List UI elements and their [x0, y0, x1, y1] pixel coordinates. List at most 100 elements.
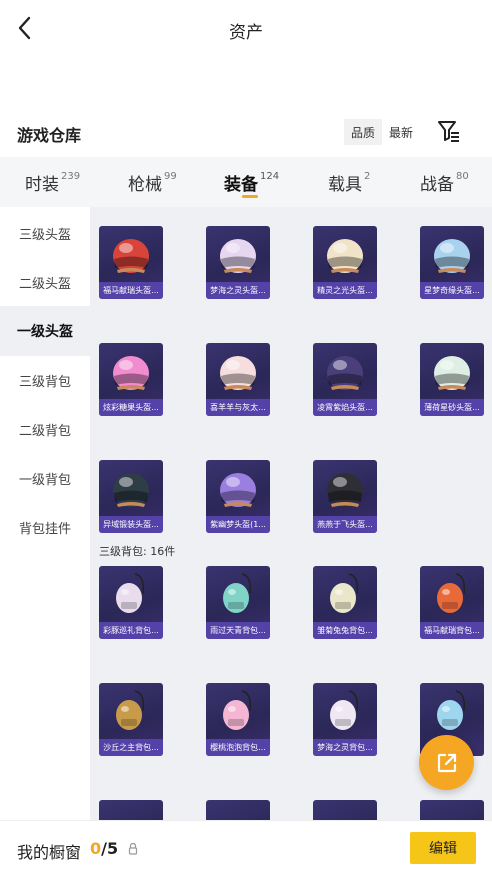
- lock-icon: [128, 841, 138, 855]
- helmet-card[interactable]: 燕燕于飞头盔...: [313, 460, 377, 533]
- backpack-image: [420, 683, 484, 739]
- backpack-card[interactable]: [206, 800, 270, 820]
- tab-label: 装备: [224, 174, 258, 195]
- backpack-card[interactable]: [313, 800, 377, 820]
- helmet-image: [206, 343, 270, 399]
- helmet-card[interactable]: 星梦奇缘头盔...: [420, 226, 484, 299]
- backpack-card[interactable]: [99, 800, 163, 820]
- helmet-card[interactable]: 凌霄紫焰头盔...: [313, 343, 377, 416]
- active-tab-indicator: [242, 195, 258, 198]
- helmet-image: [420, 343, 484, 399]
- item-grid: 三级背包: 16件 福马献瑞头盔... 梦海之灵头盔... 精灵之光头盔... 星梦奇…: [90, 207, 492, 820]
- helmet-image: [313, 226, 377, 282]
- helmet-card[interactable]: 异域锻装头盔...: [99, 460, 163, 533]
- page-title: 资产: [229, 23, 263, 43]
- external-link-icon: [437, 753, 456, 772]
- showcase-bar: 我的橱窗 0/5 编辑: [0, 820, 492, 876]
- edit-button[interactable]: 编辑: [410, 832, 476, 864]
- tab-weapons[interactable]: 枪械 99: [128, 157, 177, 207]
- item-name-label: 炫彩糖果头盔...: [99, 399, 163, 416]
- backpack-image: [313, 683, 377, 739]
- sidebar-item-level2-backpack[interactable]: 二级背包: [0, 404, 90, 454]
- item-name-label: 异域锻装头盔...: [99, 516, 163, 533]
- helmet-image: [99, 226, 163, 282]
- sidebar-item-level1-backpack[interactable]: 一级背包: [0, 453, 90, 503]
- helmet-image: [313, 343, 377, 399]
- tab-count: 239: [61, 170, 81, 182]
- helmet-card[interactable]: 炫彩糖果头盔...: [99, 343, 163, 416]
- helmet-image: [420, 226, 484, 282]
- item-name-label: 福马献瑞头盔...: [99, 282, 163, 299]
- item-name-label: 雨过天青背包...: [206, 622, 270, 639]
- tab-count: 80: [456, 170, 469, 182]
- backpack-image: [313, 566, 377, 622]
- helmet-card[interactable]: 喜羊羊与灰太...: [206, 343, 270, 416]
- tab-label: 战备: [420, 174, 454, 195]
- item-name-label: 樱桃泡泡背包...: [206, 739, 270, 756]
- sort-latest-option[interactable]: 最新: [382, 119, 420, 145]
- helmet-image: [206, 226, 270, 282]
- tab-fashion[interactable]: 时装 239: [25, 157, 80, 207]
- sidebar-item-backpack-charm[interactable]: 背包挂件: [0, 502, 90, 552]
- backpack-image: [99, 566, 163, 622]
- helmet-card[interactable]: 精灵之光头盔...: [313, 226, 377, 299]
- sidebar-item-level2-helmet[interactable]: 二级头盔: [0, 257, 90, 307]
- item-name-label: 凌霄紫焰头盔...: [313, 399, 377, 416]
- showcase-count: 0/5: [90, 839, 118, 858]
- item-name-label: 星梦奇缘头盔...: [420, 282, 484, 299]
- helmet-card[interactable]: 薄荷星砂头盔...: [420, 343, 484, 416]
- item-name-label: 紫幽梦头盔(1...: [206, 516, 270, 533]
- top-bar: 资产: [0, 0, 492, 58]
- sort-quality-option[interactable]: 品质: [344, 119, 382, 145]
- tab-equipment[interactable]: 装备 124: [224, 157, 279, 207]
- sidebar-item-level3-backpack[interactable]: 三级背包: [0, 355, 90, 405]
- filter-button[interactable]: [436, 118, 462, 144]
- backpack-image: [420, 566, 484, 622]
- helmet-image: [99, 343, 163, 399]
- helmet-image: [313, 460, 377, 516]
- item-name-label: 薄荷星砂头盔...: [420, 399, 484, 416]
- tab-count: 2: [364, 170, 371, 182]
- backpack-card[interactable]: 雨过天青背包...: [206, 566, 270, 639]
- item-name-label: 梦海之灵背包...: [313, 739, 377, 756]
- item-name-label: 燕燕于飞头盔...: [313, 516, 377, 533]
- backpack-image: [99, 683, 163, 739]
- sidebar-item-level1-helmet[interactable]: 一级头盔: [0, 306, 90, 356]
- share-button[interactable]: [419, 735, 474, 790]
- tab-supplies[interactable]: 战备 80: [420, 157, 469, 207]
- backpack-card[interactable]: 彩豚巡礼背包...: [99, 566, 163, 639]
- warehouse-title: 游戏仓库: [17, 126, 82, 145]
- tab-label: 时装: [25, 174, 59, 195]
- tab-label: 载具: [328, 174, 362, 195]
- backpack-card[interactable]: [420, 800, 484, 820]
- helmet-card[interactable]: 福马献瑞头盔...: [99, 226, 163, 299]
- filter-icon: [438, 121, 459, 142]
- category-tabs: 时装 239 枪械 99 装备 124 载具 2 战备 80: [0, 157, 492, 207]
- item-name-label: 喜羊羊与灰太...: [206, 399, 270, 416]
- backpack-image: [206, 566, 270, 622]
- tab-count: 99: [164, 170, 177, 182]
- sort-toggle: 品质 最新: [344, 119, 420, 145]
- item-name-label: 雏菊兔兔背包...: [313, 622, 377, 639]
- helmet-card[interactable]: 梦海之灵头盔...: [206, 226, 270, 299]
- tab-count: 124: [260, 170, 280, 182]
- helmet-image: [99, 460, 163, 516]
- showcase-current-count: 0: [90, 839, 102, 858]
- item-name-label: 福马献瑞背包...: [420, 622, 484, 639]
- backpack-section-header: 三级背包: 16件: [99, 545, 176, 558]
- backpack-image: [206, 683, 270, 739]
- tab-vehicles[interactable]: 载具 2: [328, 157, 370, 207]
- backpack-card[interactable]: 福马献瑞背包...: [420, 566, 484, 639]
- sidebar-item-level3-helmet[interactable]: 三级头盔: [0, 208, 90, 258]
- item-name-label: 梦海之灵头盔...: [206, 282, 270, 299]
- item-name-label: 精灵之光头盔...: [313, 282, 377, 299]
- backpack-card[interactable]: 樱桃泡泡背包...: [206, 683, 270, 756]
- backpack-card[interactable]: 雏菊兔兔背包...: [313, 566, 377, 639]
- backpack-card[interactable]: 沙丘之主背包...: [99, 683, 163, 756]
- tab-label: 枪械: [128, 174, 162, 195]
- helmet-card[interactable]: 紫幽梦头盔(1...: [206, 460, 270, 533]
- showcase-label: 我的橱窗: [17, 843, 82, 862]
- item-name-label: 沙丘之主背包...: [99, 739, 163, 756]
- warehouse-header: 游戏仓库 品质 最新: [0, 112, 492, 152]
- backpack-card[interactable]: 梦海之灵背包...: [313, 683, 377, 756]
